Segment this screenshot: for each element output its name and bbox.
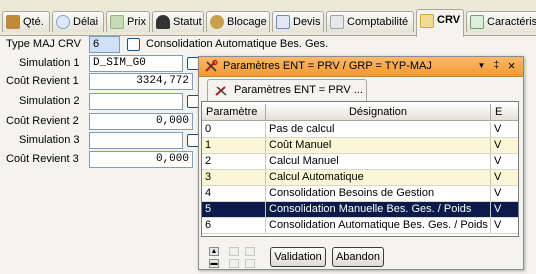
parameters-table: Paramètre Désignation E 0 Pas de calcul … bbox=[201, 101, 519, 237]
tab-label: CRV bbox=[437, 14, 461, 26]
cell-designation: Consolidation Manuelle Bes. Ges. / Poids bbox=[266, 202, 491, 217]
tab-label: Qté. bbox=[23, 16, 44, 28]
tab-delai[interactable]: Délai bbox=[52, 11, 104, 32]
cell-e: V bbox=[494, 171, 502, 183]
cell-e: V bbox=[494, 187, 502, 199]
simulation-2-label: Simulation 2 bbox=[19, 95, 80, 107]
nav-first-icon[interactable]: ▬ bbox=[209, 259, 219, 268]
consolidation-checkbox[interactable] bbox=[127, 38, 140, 51]
tab-prix[interactable]: Prix bbox=[106, 11, 150, 32]
person-icon bbox=[156, 15, 170, 29]
table-row[interactable]: 2 Calcul Manuel V bbox=[202, 154, 518, 170]
cell-parametre: 0 bbox=[202, 122, 266, 137]
validation-button[interactable]: Validation bbox=[270, 247, 326, 267]
tab-label: Blocage bbox=[227, 16, 267, 28]
cell-parametre: 2 bbox=[202, 154, 266, 169]
tab-label: Comptabilité bbox=[347, 16, 409, 28]
cell-parametre: 4 bbox=[202, 186, 266, 201]
nav-prev-icon[interactable] bbox=[229, 247, 239, 256]
lock-badge-icon bbox=[210, 15, 224, 29]
simulation-1-label: Simulation 1 bbox=[19, 57, 80, 69]
tab-label: Caractéris bbox=[487, 16, 536, 28]
pencil-icon bbox=[276, 15, 290, 29]
abandon-button[interactable]: Abandon bbox=[332, 247, 384, 267]
cout-revient-1-field[interactable]: 3324,772 bbox=[89, 73, 193, 90]
tab-caracteristiques[interactable]: Caractéris bbox=[466, 11, 536, 32]
tools-icon bbox=[215, 86, 227, 96]
cell-designation: Pas de calcul bbox=[266, 122, 491, 137]
cell-parametre: 3 bbox=[202, 170, 266, 185]
cell-e: V bbox=[494, 155, 502, 167]
nav-up-icon[interactable]: ▲ bbox=[209, 247, 219, 256]
cell-designation: Consolidation Automatique Bes. Ges. / Po… bbox=[266, 218, 491, 233]
nav-last-icon[interactable] bbox=[229, 259, 239, 268]
cell-e: V bbox=[494, 123, 502, 135]
box-icon bbox=[6, 15, 20, 29]
price-tag-icon bbox=[110, 15, 124, 29]
nav-end-icon[interactable] bbox=[245, 259, 255, 268]
cell-designation: Consolidation Besoins de Gestion bbox=[266, 186, 491, 201]
clock-icon bbox=[56, 15, 70, 29]
close-icon[interactable]: × bbox=[505, 59, 518, 73]
type-maj-crv-label: Type MAJ CRV bbox=[6, 38, 81, 50]
column-header-designation[interactable]: Désignation bbox=[266, 104, 491, 120]
ledger-icon bbox=[330, 15, 344, 29]
parameters-panel: Paramètres ENT = PRV / GRP = TYP-MAJ ▼ ‡… bbox=[198, 56, 524, 270]
cell-designation: Coût Manuel bbox=[266, 138, 491, 153]
tab-label: Statut bbox=[173, 16, 202, 28]
table-row-selected[interactable]: 5 Consolidation Manuelle Bes. Ges. / Poi… bbox=[202, 202, 518, 218]
nav-next-icon[interactable] bbox=[245, 247, 255, 256]
cout-revient-2-label: Coût Revient 2 bbox=[6, 115, 79, 127]
cell-designation: Calcul Automatique bbox=[266, 170, 491, 185]
cell-parametre: 6 bbox=[202, 218, 266, 233]
calculator-icon bbox=[420, 14, 434, 28]
simulation-1-field[interactable]: D_SIM_G0 bbox=[89, 55, 183, 72]
panel-title-bar[interactable]: Paramètres ENT = PRV / GRP = TYP-MAJ ▼ ‡… bbox=[199, 57, 523, 77]
column-header-e[interactable]: E bbox=[491, 104, 518, 120]
cell-e: V bbox=[494, 203, 502, 215]
cell-designation: Calcul Manuel bbox=[266, 154, 491, 169]
tab-label: Délai bbox=[73, 16, 99, 28]
tab-crv[interactable]: CRV bbox=[416, 9, 464, 37]
panel-subtab[interactable]: Paramètres ENT = PRV ... bbox=[207, 79, 367, 101]
type-maj-crv-field[interactable]: 6 bbox=[89, 36, 120, 53]
sheet-icon bbox=[470, 15, 484, 29]
table-header: Paramètre Désignation E bbox=[202, 104, 518, 121]
table-row[interactable]: 6 Consolidation Automatique Bes. Ges. / … bbox=[202, 218, 518, 234]
panel-subtab-label: Paramètres ENT = PRV ... bbox=[234, 84, 363, 96]
tab-blocage[interactable]: Blocage bbox=[206, 11, 270, 32]
tab-label: Devis bbox=[293, 16, 321, 28]
tab-label: Prix bbox=[127, 16, 146, 28]
cell-parametre: 5 bbox=[202, 202, 266, 217]
cout-revient-2-field[interactable]: 0,000 bbox=[89, 113, 193, 130]
consolidation-label: Consolidation Automatique Bes. Ges. bbox=[146, 38, 329, 50]
table-row[interactable]: 0 Pas de calcul V bbox=[202, 122, 518, 138]
panel-title: Paramètres ENT = PRV / GRP = TYP-MAJ bbox=[223, 60, 432, 72]
cell-e: V bbox=[494, 219, 502, 231]
tab-devis[interactable]: Devis bbox=[272, 11, 324, 32]
tools-icon bbox=[205, 60, 218, 72]
column-header-parametre[interactable]: Paramètre bbox=[202, 104, 266, 120]
cell-e: V bbox=[494, 139, 502, 151]
tab-strip: Qté. Délai Prix Statut Blocage Devis Com… bbox=[0, 0, 536, 37]
cell-parametre: 1 bbox=[202, 138, 266, 153]
simulation-2-field[interactable] bbox=[89, 93, 183, 110]
simulation-3-field[interactable] bbox=[89, 132, 183, 149]
table-row[interactable]: 3 Calcul Automatique V bbox=[202, 170, 518, 186]
dropdown-icon[interactable]: ▼ bbox=[475, 59, 488, 73]
tab-qte[interactable]: Qté. bbox=[2, 11, 50, 32]
tab-statut[interactable]: Statut bbox=[152, 11, 204, 32]
table-row[interactable]: 4 Consolidation Besoins de Gestion V bbox=[202, 186, 518, 202]
tab-comptabilite[interactable]: Comptabilité bbox=[326, 11, 414, 32]
cout-revient-1-label: Coût Revient 1 bbox=[6, 75, 79, 87]
cout-revient-3-field[interactable]: 0,000 bbox=[89, 151, 193, 168]
pin-icon[interactable]: ‡ bbox=[490, 59, 503, 73]
cout-revient-3-label: Coût Revient 3 bbox=[6, 153, 79, 165]
table-row[interactable]: 1 Coût Manuel V bbox=[202, 138, 518, 154]
simulation-3-label: Simulation 3 bbox=[19, 134, 80, 146]
